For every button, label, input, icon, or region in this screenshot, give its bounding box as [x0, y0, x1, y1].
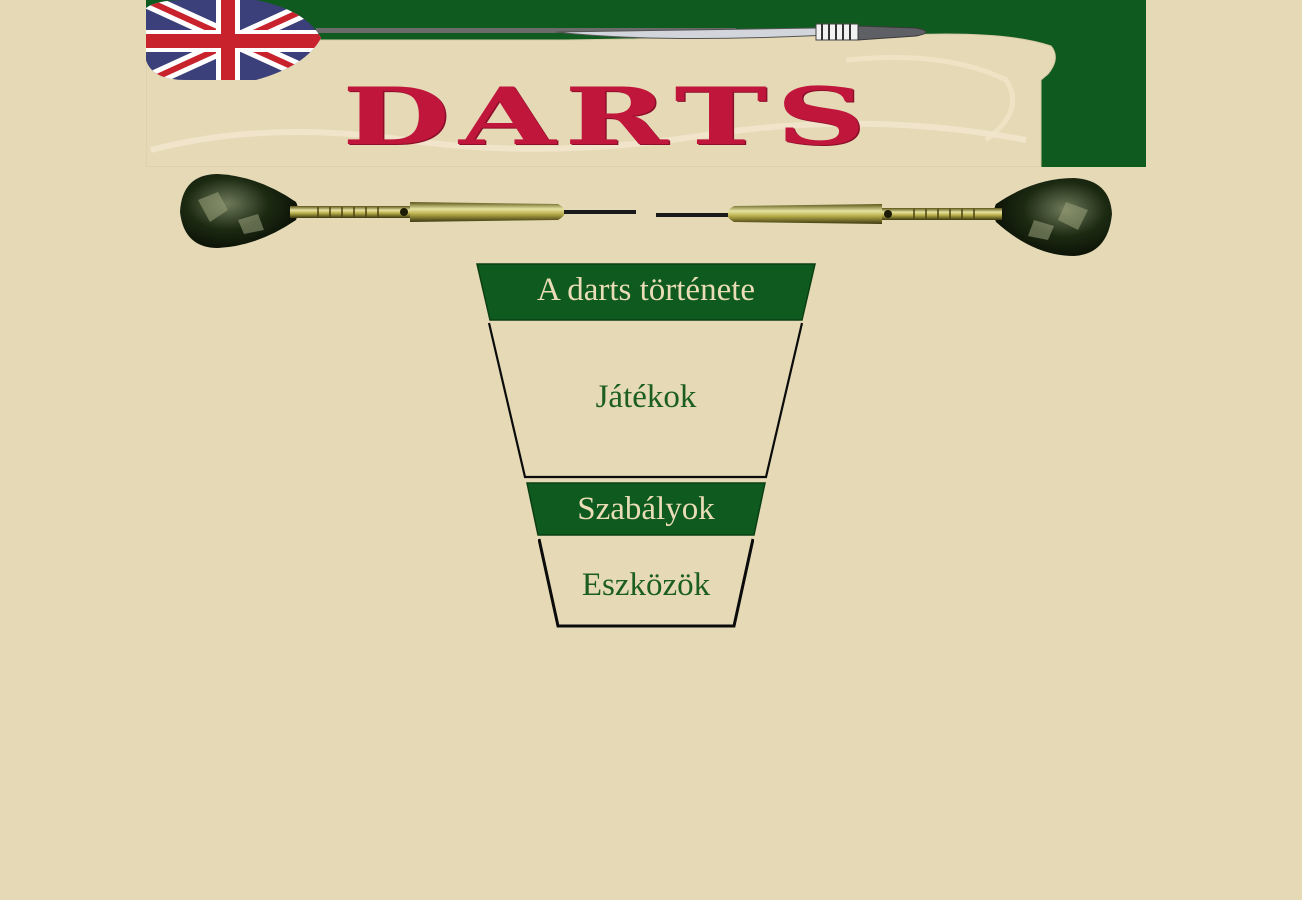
menu-item-label: Játékok [595, 379, 697, 415]
site-banner: DARTS [146, 0, 1146, 167]
menu-item-label: A darts története [536, 272, 756, 308]
left-dart-icon [180, 174, 636, 248]
page: DARTS A darts története Játékok Szabályo… [0, 0, 1302, 900]
menu-item-rules[interactable]: Szabályok [526, 482, 766, 536]
dart-divider [178, 170, 1114, 262]
dart-pair-icon [180, 174, 1112, 256]
menu-item-darts-history[interactable]: A darts története [476, 263, 816, 321]
menu-item-games[interactable]: Játékok [488, 322, 804, 480]
right-dart-icon [656, 178, 1112, 256]
menu-item-label: Eszközök [581, 567, 711, 603]
menu-item-label: Szabályok [577, 491, 715, 527]
darts-logo-text: DARTS [342, 70, 875, 164]
menu-item-equipment[interactable]: Eszközök [538, 538, 754, 630]
